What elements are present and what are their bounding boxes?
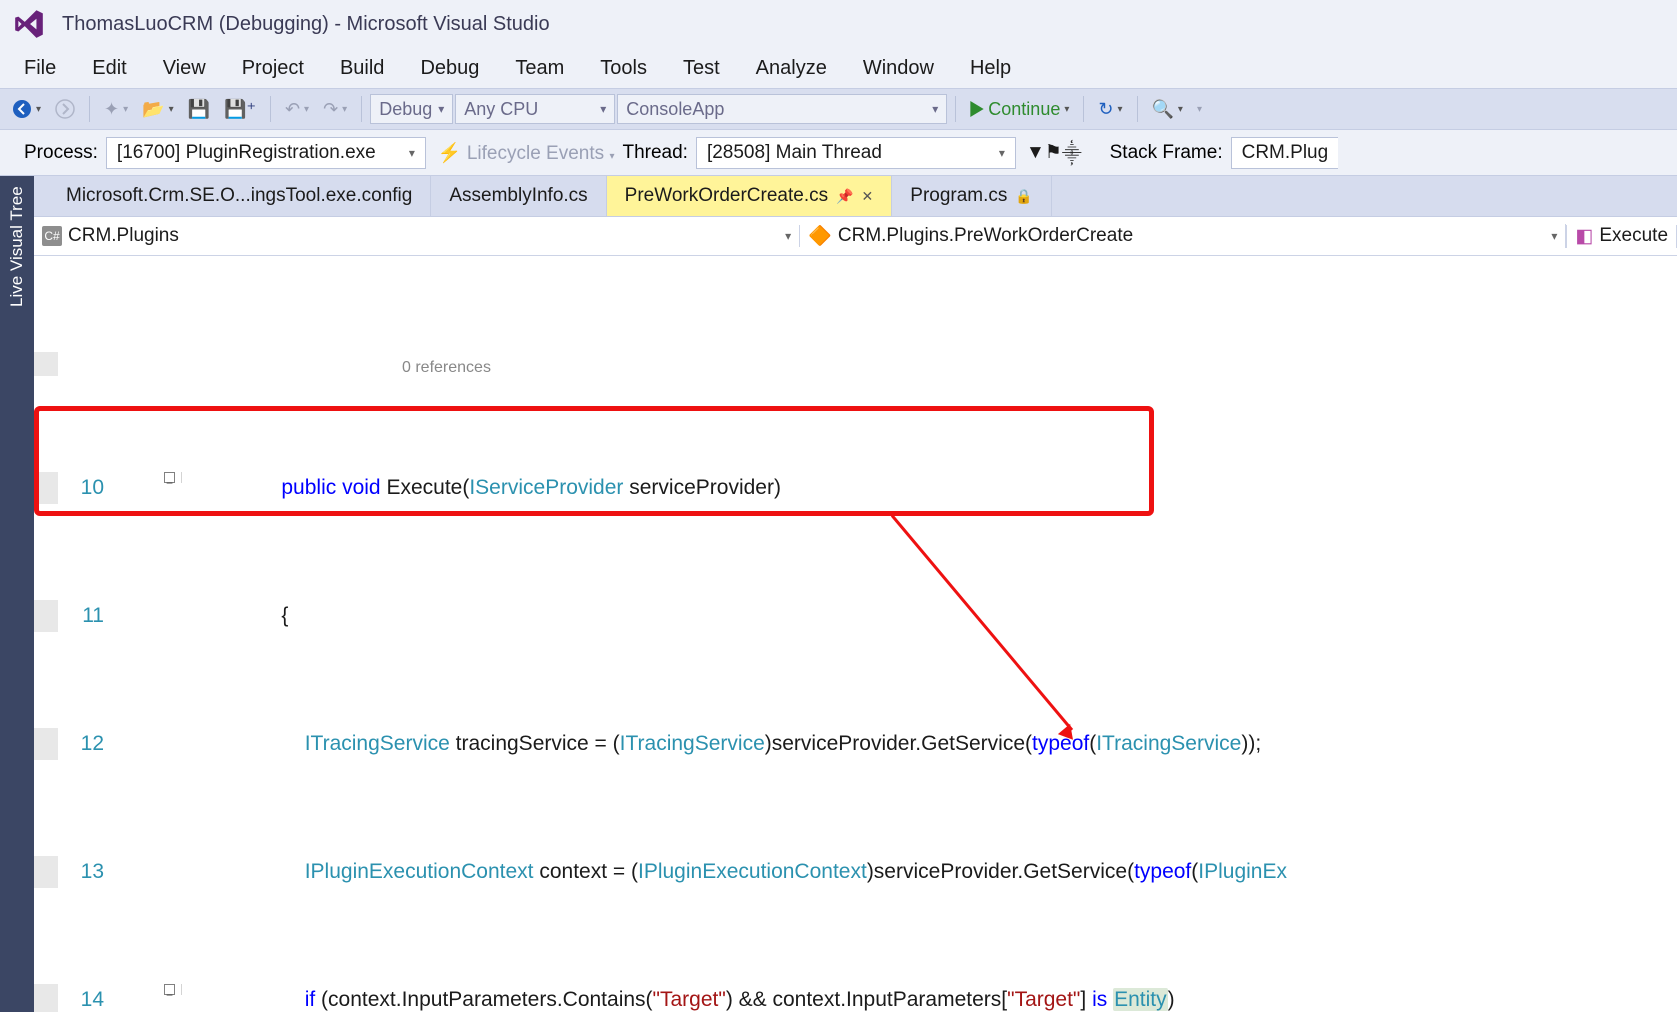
tab-config[interactable]: Microsoft.Crm.SE.O...ingsTool.exe.config [48, 176, 431, 216]
menu-file[interactable]: File [6, 51, 74, 86]
nav-back-button[interactable]: ▾ [6, 95, 47, 123]
menu-team[interactable]: Team [497, 51, 582, 86]
continue-label: Continue [988, 99, 1060, 120]
menu-view[interactable]: View [145, 51, 224, 86]
startup-value: ConsoleApp [626, 99, 724, 120]
menubar: File Edit View Project Build Debug Team … [0, 48, 1677, 88]
toolbar-overflow[interactable]: ▾ [1191, 100, 1208, 119]
codelens-refs[interactable]: 0 references [182, 352, 1677, 384]
vs-logo-icon [8, 3, 50, 45]
find-button[interactable]: 🔍▾ [1146, 95, 1189, 124]
open-file-button[interactable]: 📂▾ [136, 95, 179, 124]
code-editor[interactable]: 0 references 10 public void Execute(ISer… [34, 256, 1677, 1012]
tab-program-label: Program.cs [910, 185, 1007, 207]
line-number: 10 [58, 472, 114, 504]
method-icon: ◧ [1575, 225, 1593, 248]
platform-combo[interactable]: Any CPU▾ [455, 94, 615, 124]
member-combo[interactable]: ◧ Execute [1566, 225, 1677, 248]
startup-combo[interactable]: ConsoleApp▾ [617, 94, 947, 124]
debug-toolbar: Process: [16700] PluginRegistration.exe … [0, 130, 1677, 176]
namespace-value: CRM.Plugins [68, 225, 179, 247]
config-combo[interactable]: Debug▾ [370, 94, 453, 124]
pin-icon[interactable]: 📌 [836, 188, 853, 205]
thread-value: [28508] Main Thread [707, 142, 882, 164]
menu-tools[interactable]: Tools [582, 51, 665, 86]
lifecycle-label: Lifecycle Events [467, 143, 604, 164]
live-visual-tree-tab[interactable]: Live Visual Tree [0, 176, 34, 1012]
save-all-button[interactable]: 💾⁺ [218, 95, 262, 124]
nav-forward-button[interactable] [49, 95, 81, 123]
platform-value: Any CPU [464, 99, 538, 120]
class-combo[interactable]: 🔶 CRM.Plugins.PreWorkOrderCreate ▾ [800, 224, 1566, 248]
thread-combo[interactable]: [28508] Main Thread ▾ [696, 137, 1016, 169]
csharp-icon: C# [42, 226, 62, 246]
tab-preworkordercreate-label: PreWorkOrderCreate.cs [625, 185, 828, 207]
class-icon: 🔶 [808, 224, 832, 248]
close-icon[interactable]: ✕ [862, 188, 874, 205]
main-toolbar: ▾ ✦▾ 📂▾ 💾 💾⁺ ↶ ▾ ↷ ▾ Debug▾ Any CPU▾ Con… [0, 88, 1677, 130]
config-value: Debug [379, 99, 432, 120]
flag-icon: ⚑ [1045, 141, 1062, 164]
process-label: Process: [16, 142, 106, 164]
member-value: Execute [1599, 225, 1668, 247]
tab-config-label: Microsoft.Crm.SE.O...ingsTool.exe.config [66, 185, 412, 207]
refresh-button[interactable]: ↻ ▾ [1092, 95, 1128, 124]
menu-debug[interactable]: Debug [402, 51, 497, 86]
fold-toggle[interactable] [164, 984, 175, 995]
namespace-combo[interactable]: C# CRM.Plugins ▾ [34, 225, 800, 247]
titlebar: ThomasLuoCRM (Debugging) - Microsoft Vis… [0, 0, 1677, 48]
stackframe-value: CRM.Plug [1242, 142, 1329, 164]
process-value: [16700] PluginRegistration.exe [117, 142, 376, 164]
tab-program[interactable]: Program.cs 🔒 [892, 176, 1052, 216]
tab-preworkordercreate[interactable]: PreWorkOrderCreate.cs 📌 ✕ [607, 176, 893, 216]
filter-icon[interactable]: ▼ [1026, 142, 1045, 164]
menu-test[interactable]: Test [665, 51, 738, 86]
thread-label: Thread: [614, 142, 695, 164]
menu-analyze[interactable]: Analyze [738, 51, 845, 86]
threads-icon: ⸎ [1062, 140, 1082, 166]
continue-button[interactable]: Continue ▾ [964, 95, 1075, 124]
menu-build[interactable]: Build [322, 51, 402, 86]
menu-project[interactable]: Project [224, 51, 322, 86]
window-title: ThomasLuoCRM (Debugging) - Microsoft Vis… [62, 13, 550, 36]
line-number: 14 [58, 984, 114, 1012]
tab-assemblyinfo-label: AssemblyInfo.cs [449, 185, 587, 207]
lock-icon: 🔒 [1015, 188, 1032, 205]
line-number: 12 [58, 728, 114, 760]
lifecycle-button[interactable]: ⚡ Lifecycle Events ▾ [438, 141, 615, 165]
menu-edit[interactable]: Edit [74, 51, 144, 86]
tab-assemblyinfo[interactable]: AssemblyInfo.cs [431, 176, 606, 216]
menu-window[interactable]: Window [845, 51, 952, 86]
save-button[interactable]: 💾 [182, 95, 216, 124]
fold-toggle[interactable] [164, 472, 175, 483]
menu-help[interactable]: Help [952, 51, 1029, 86]
line-number: 13 [58, 856, 114, 888]
code-navbar: C# CRM.Plugins ▾ 🔶 CRM.Plugins.PreWorkOr… [34, 216, 1677, 256]
document-tabs: Microsoft.Crm.SE.O...ingsTool.exe.config… [34, 176, 1677, 216]
live-visual-tree-label: Live Visual Tree [7, 186, 27, 307]
new-project-button[interactable]: ✦▾ [98, 95, 134, 124]
process-combo[interactable]: [16700] PluginRegistration.exe ▾ [106, 137, 426, 169]
line-number: 11 [58, 600, 114, 632]
redo-button[interactable]: ↷ ▾ [317, 95, 353, 124]
stackframe-label: Stack Frame: [1102, 142, 1231, 164]
class-value: CRM.Plugins.PreWorkOrderCreate [838, 225, 1133, 247]
stackframe-combo[interactable]: CRM.Plug [1231, 137, 1339, 169]
undo-button[interactable]: ↶ ▾ [279, 95, 315, 124]
